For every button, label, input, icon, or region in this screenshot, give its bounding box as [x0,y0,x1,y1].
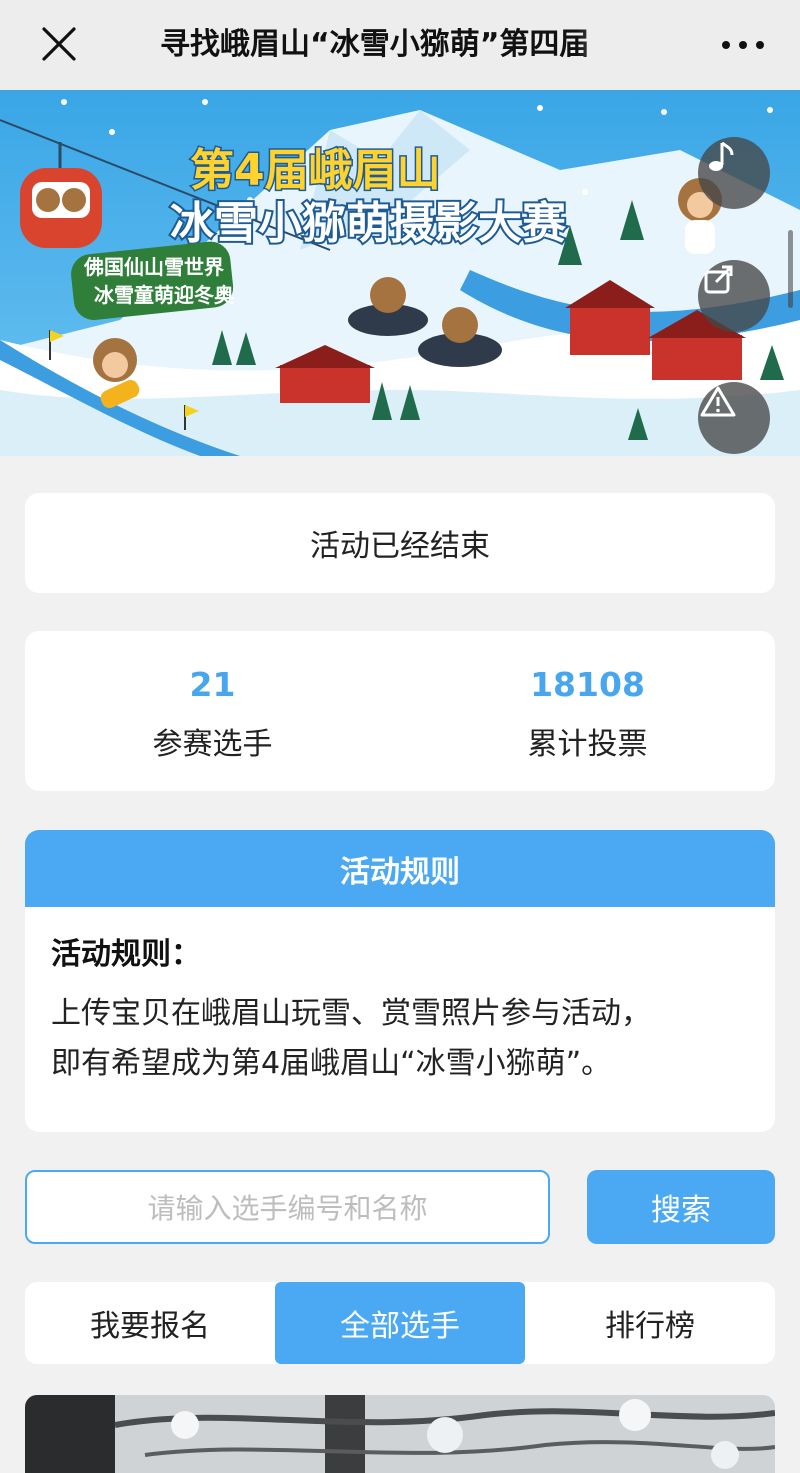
tab-bar: 我要报名 全部选手 排行榜 [25,1282,775,1364]
player-photo[interactable] [25,1395,775,1473]
votes-label: 累计投票 [527,727,648,762]
players-stat: 21 参赛选手 [25,631,400,765]
tab-ranking[interactable]: 排行榜 [525,1282,775,1364]
players-count: 21 [189,665,236,704]
tab-all-players[interactable]: 全部选手 [275,1282,525,1364]
status-text: 活动已经结束 [310,529,490,564]
stats-card: 21 参赛选手 18108 累计投票 [25,631,775,791]
share-button[interactable] [698,260,770,332]
snow-tree-photo [25,1395,775,1473]
banner-slogan-line2: 冰雪童萌迎冬奥 [94,283,235,307]
rules-line-2: 即有希望成为第4届峨眉山“冰雪小猕萌”。 [51,1046,612,1081]
event-banner: 第4届峨眉山 冰雪小猕萌摄影大赛 佛国仙山雪世界 冰雪童萌迎冬奥 [0,90,800,456]
banner-illustration: 第4届峨眉山 冰雪小猕萌摄影大赛 佛国仙山雪世界 冰雪童萌迎冬奥 [0,90,800,456]
status-card: 活动已经结束 [25,493,775,593]
players-label: 参赛选手 [152,727,273,762]
music-note-icon [709,141,734,171]
rules-header: 活动规则 [25,830,775,907]
search-input[interactable]: 请输入选手编号和名称 [25,1170,550,1244]
warning-icon [700,386,736,417]
close-button[interactable] [32,24,84,66]
banner-title-line2: 冰雪小猕萌摄影大赛 [170,198,567,249]
music-button[interactable] [698,137,770,209]
rules-text: 上传宝贝在峨眉山玩雪、赏雪照片参与活动， 即有希望成为第4届峨眉山“冰雪小猕萌”… [51,989,749,1089]
search-button[interactable]: 搜索 [587,1170,775,1244]
scrollbar[interactable] [788,230,793,308]
top-bar: 寻找峨眉山“冰雪小猕萌”第四届 [0,0,800,90]
report-button[interactable] [698,382,770,454]
banner-title-line1: 第4届峨眉山 [190,145,441,196]
rules-line-1: 上传宝贝在峨眉山玩雪、赏雪照片参与活动， [51,996,651,1031]
close-icon [42,27,76,61]
share-icon [704,265,733,294]
page-title: 寻找峨眉山“冰雪小猕萌”第四届 [160,27,590,62]
rules-card: 活动规则 活动规则： 上传宝贝在峨眉山玩雪、赏雪照片参与活动， 即有希望成为第4… [25,830,775,1132]
votes-stat: 18108 累计投票 [400,631,775,765]
tab-signup[interactable]: 我要报名 [25,1282,275,1364]
rules-body: 活动规则： 上传宝贝在峨眉山玩雪、赏雪照片参与活动， 即有希望成为第4届峨眉山“… [25,907,775,1089]
votes-count: 18108 [530,665,645,704]
rules-title: 活动规则： [51,937,201,972]
more-dots-icon[interactable] [718,24,768,66]
banner-slogan-line1: 佛国仙山雪世界 [83,255,224,279]
